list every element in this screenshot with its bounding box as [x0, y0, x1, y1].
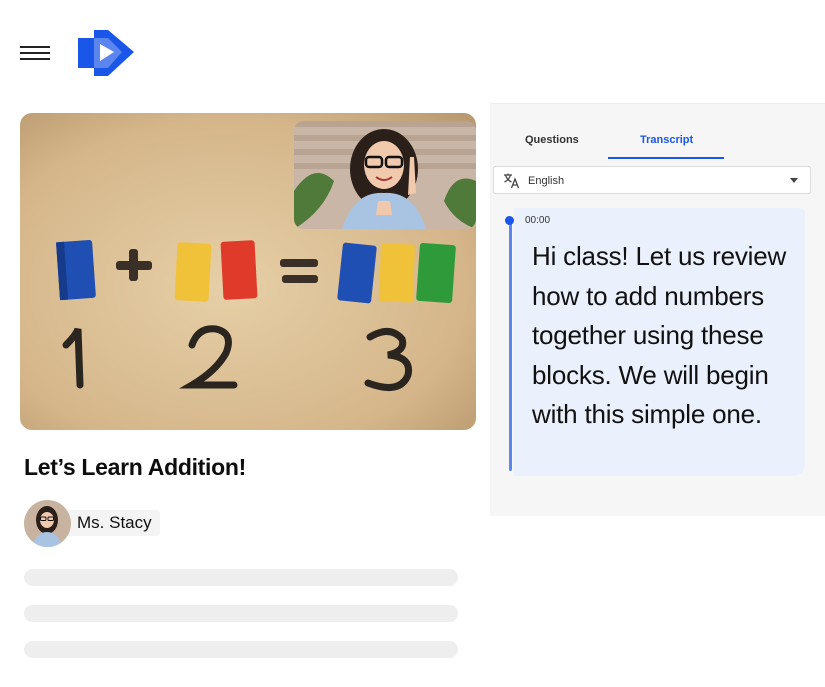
panel-tabs: Questions Transcript [490, 128, 825, 159]
video-player[interactable] [20, 113, 476, 430]
transcript-panel: Questions Transcript English 00:00 Hi cl… [490, 103, 825, 516]
translate-icon [504, 173, 520, 189]
segment-text: Hi class! Let us review how to add numbe… [532, 241, 787, 429]
loading-placeholder-line [24, 569, 458, 586]
tab-questions[interactable]: Questions [525, 134, 579, 146]
loading-placeholder-line [24, 641, 458, 658]
timeline-bar [509, 219, 512, 471]
author-chip[interactable]: Ms. Stacy [24, 499, 160, 547]
block-blue-2 [337, 242, 377, 304]
block-yellow-1 [174, 242, 212, 302]
block-red-1 [220, 240, 258, 300]
segment-timestamp[interactable]: 00:00 [525, 215, 550, 226]
loading-placeholder-line [24, 605, 458, 622]
language-value: English [528, 175, 565, 187]
block-yellow-2 [379, 243, 415, 303]
active-tab-indicator [608, 157, 724, 159]
chevron-down-icon [790, 178, 798, 183]
lesson-title: Let’s Learn Addition! [24, 454, 246, 480]
tab-transcript[interactable]: Transcript [640, 134, 693, 146]
author-name: Ms. Stacy [65, 510, 160, 536]
language-select[interactable]: English [493, 166, 811, 194]
hamburger-menu-icon[interactable] [20, 44, 50, 62]
avatar [24, 499, 71, 547]
block-blue-1 [56, 240, 96, 301]
block-green-1 [416, 243, 456, 303]
timeline-marker-icon [505, 216, 514, 225]
play-logo-icon[interactable] [76, 28, 138, 78]
teacher-webcam [294, 121, 476, 229]
